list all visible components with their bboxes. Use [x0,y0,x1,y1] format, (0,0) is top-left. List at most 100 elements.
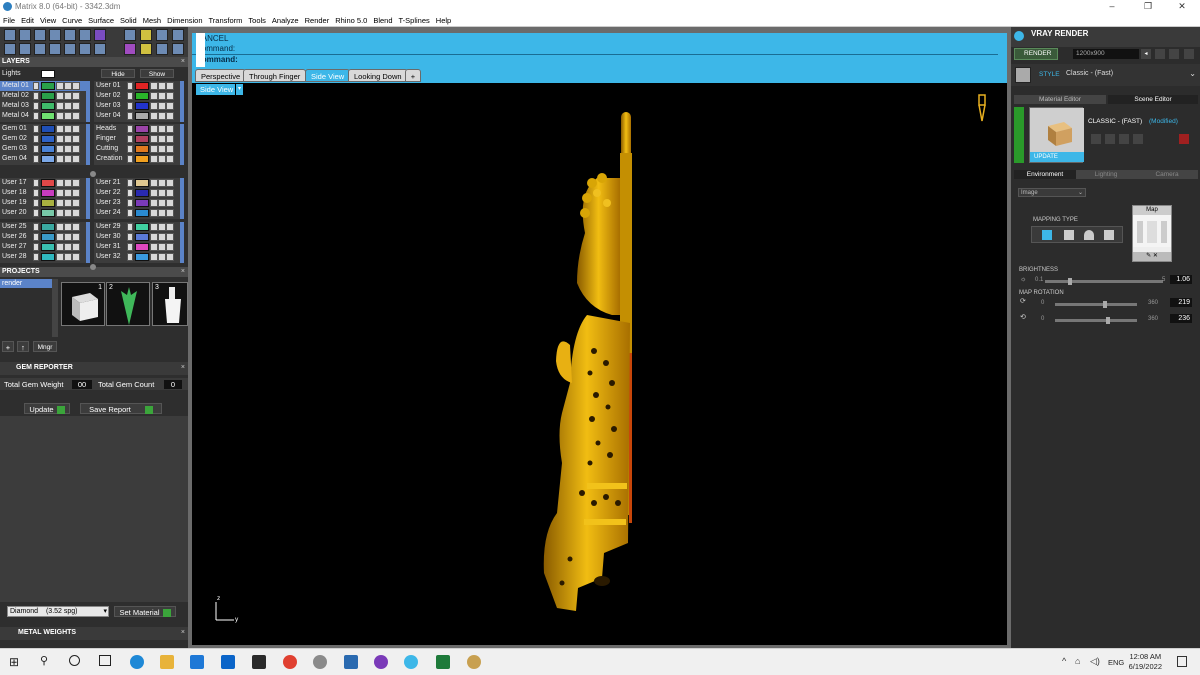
mail-icon[interactable] [221,655,235,669]
layer-toggle[interactable] [33,243,39,251]
layer-toggle[interactable] [127,82,133,90]
menu-edit[interactable]: Edit [18,14,37,27]
tool-icon[interactable] [19,43,31,55]
layer-color-swatch[interactable] [135,243,149,251]
up-button[interactable]: ↑ [17,341,29,352]
notification-icon[interactable] [1177,656,1187,667]
clock[interactable]: 12:08 AM 6/19/2022 [1129,652,1162,672]
task-view-icon[interactable] [69,655,80,666]
preset-option-icon[interactable] [1105,134,1115,144]
layer-color-swatch[interactable] [41,223,55,231]
layer-row[interactable]: Cutting [94,144,180,154]
layer-color-swatch[interactable] [135,209,149,217]
layer-toggle[interactable] [127,112,133,120]
layer-controls[interactable] [56,155,80,167]
layer-toggle[interactable] [127,92,133,100]
layer-toggle[interactable] [33,155,39,163]
tab-material-editor[interactable]: Material Editor [1014,95,1106,104]
layer-toggle[interactable] [127,189,133,197]
matrix-app-icon[interactable] [404,655,418,669]
widgets-icon[interactable] [99,655,111,666]
project-scrollbar[interactable] [52,279,58,337]
slider-knob[interactable] [1102,301,1107,308]
menu-view[interactable]: View [37,14,59,27]
tool-icon[interactable] [64,29,76,41]
tool-icon[interactable] [172,29,184,41]
layer-row[interactable]: Gem 01 [0,124,86,134]
layer-toggle[interactable] [127,179,133,187]
tool-icon[interactable] [64,43,76,55]
layer-toggle[interactable] [33,199,39,207]
layer-row[interactable]: Gem 02 [0,134,86,144]
tool-icon[interactable] [172,43,184,55]
tool-icon[interactable] [79,43,91,55]
preset-option-icon[interactable] [1119,134,1129,144]
project-thumbnail[interactable]: 2 [106,282,150,326]
layer-toggle[interactable] [33,223,39,231]
menu-help[interactable]: Help [433,14,454,27]
menu-curve[interactable]: Curve [59,14,85,27]
layer-color-swatch[interactable] [135,82,149,90]
menu-surface[interactable]: Surface [85,14,117,27]
search-icon[interactable]: ⚲ [40,654,48,667]
layer-row[interactable]: Finger [94,134,180,144]
add-project-button[interactable]: + [2,341,14,352]
layer-controls[interactable] [150,253,174,265]
layer-color-swatch[interactable] [135,135,149,143]
layer-row[interactable]: Metal 04 [0,111,86,121]
command-scrollbar[interactable] [196,33,205,67]
tool-icon[interactable] [124,43,136,55]
layer-toggle[interactable] [127,155,133,163]
layer-row[interactable]: User 17 [0,178,86,188]
layer-color-swatch[interactable] [41,125,55,133]
layer-row[interactable]: User 23 [94,198,180,208]
render-option-icon[interactable] [1184,49,1194,59]
layer-row-lights[interactable]: Lights [0,69,90,79]
layer-color-swatch[interactable] [135,92,149,100]
layer-toggle[interactable] [127,253,133,261]
speaker-icon[interactable]: ◁) [1090,656,1100,667]
map-controls[interactable]: ✎ ✕ [1133,252,1171,261]
store-icon[interactable] [190,655,204,669]
layer-toggle[interactable] [127,102,133,110]
environment-type-select[interactable]: Image ⌄ [1018,188,1086,197]
close-button[interactable]: ✕ [1166,0,1198,14]
rotation-slider-v[interactable] [1055,317,1137,324]
layer-row[interactable]: Gem 04 [0,154,86,164]
language-indicator[interactable]: ENG [1108,658,1124,667]
mapping-box-icon[interactable] [1064,230,1074,240]
layer-color-swatch[interactable] [41,92,55,100]
layer-row[interactable]: User 22 [94,188,180,198]
layer-color-swatch[interactable] [135,125,149,133]
manager-button[interactable]: Mngr [33,341,57,352]
layer-toggle[interactable] [33,253,39,261]
layer-color-swatch[interactable] [135,223,149,231]
layer-row[interactable]: User 19 [0,198,86,208]
layer-toggle[interactable] [127,135,133,143]
layer-toggle[interactable] [33,102,39,110]
material-select[interactable]: Diamond (3.52 spg) ▾ [7,606,109,617]
layer-color-swatch[interactable] [41,102,55,110]
update-preview-button[interactable]: UPDATE [1030,152,1084,162]
set-material-button[interactable]: Set Material [114,606,176,618]
preset-option-icon[interactable] [1133,134,1143,144]
viewport-side[interactable]: Side View ▾ z y [192,83,1007,645]
slider-knob[interactable] [1106,317,1111,324]
style-value[interactable]: Classic - (Fast) [1066,70,1113,77]
panel-splitter[interactable] [90,264,96,270]
tool-icon[interactable] [156,29,168,41]
menu-solid[interactable]: Solid [117,14,140,27]
mapping-plane-icon[interactable] [1042,230,1052,240]
layer-color-swatch[interactable] [41,179,55,187]
layer-row[interactable]: User 21 [94,178,180,188]
tool-icon[interactable] [94,29,106,41]
layer-row[interactable]: User 29 [94,222,180,232]
windows-start-icon[interactable]: ⊞ [9,656,21,668]
layer-controls[interactable] [56,112,80,124]
menu-dimension[interactable]: Dimension [164,14,205,27]
command-area[interactable]: CANCEL Command: Command: [192,33,1007,67]
tab-side-view[interactable]: Side View [305,69,351,82]
layer-row[interactable]: Metal 01 [0,81,86,91]
layer-color-swatch[interactable] [135,155,149,163]
tool-icon[interactable] [49,43,61,55]
